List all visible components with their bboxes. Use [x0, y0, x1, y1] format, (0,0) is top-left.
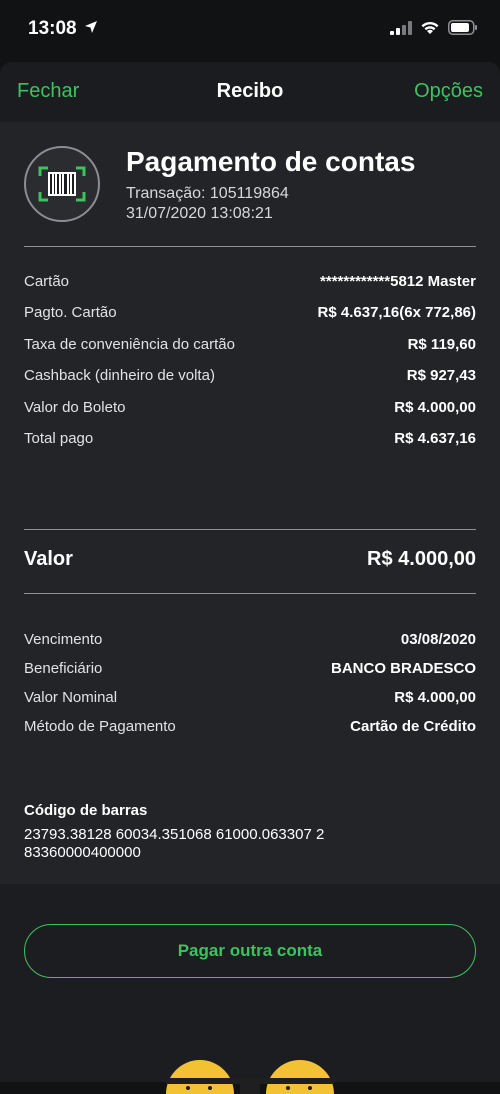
detail-label: Total pago [24, 429, 94, 447]
barcode-title: Código de barras [24, 802, 148, 819]
detail-label: Valor Nominal [24, 688, 118, 706]
signal-icon [390, 20, 412, 35]
detail-row-payment-method: Método de Pagamento Cartão de Crédito [24, 715, 476, 737]
valor-label: Valor [24, 547, 73, 570]
detail-value: R$ 4.000,00 [394, 398, 476, 416]
detail-row-beneficiary: Beneficiário BANCO BRADESCO [24, 657, 476, 679]
detail-value: R$ 4.637,16(6x 772,86) [317, 303, 476, 321]
status-bar: 13:08 [0, 0, 500, 62]
detail-label: Beneficiário [24, 659, 103, 677]
detail-row-card-payment: Pagto. Cartão R$ 4.637,16(6x 772,86) [24, 301, 476, 323]
detail-value: R$ 4.637,16 [394, 429, 476, 447]
detail-label: Valor do Boleto [24, 398, 126, 416]
actions-panel: Pagar outra conta [0, 884, 500, 1094]
detail-row-card: Cartão ************5812 Master [24, 270, 476, 292]
options-button[interactable]: Opções [414, 80, 483, 103]
detail-value: R$ 927,43 [406, 366, 476, 384]
detail-row-nominal-value: Valor Nominal R$ 4.000,00 [24, 686, 476, 708]
detail-label: Método de Pagamento [24, 717, 176, 735]
barcode-icon [24, 146, 100, 222]
battery-icon [448, 20, 477, 35]
status-time: 13:08 [28, 18, 77, 39]
receipt-title: Pagamento de contas [126, 146, 416, 177]
divider [24, 529, 476, 530]
pay-another-bill-button[interactable]: Pagar outra conta [24, 924, 476, 978]
navigation-bar: Fechar Recibo Opções [0, 62, 500, 122]
detail-label: Taxa de conveniência do cartão [24, 335, 235, 353]
detail-row-total: Total pago R$ 4.637,16 [24, 427, 476, 449]
transaction-id: Transação: 105119864 [126, 185, 289, 202]
detail-value: Cartão de Crédito [350, 717, 476, 735]
transaction-datetime: 31/07/2020 13:08:21 [126, 205, 273, 222]
wifi-icon [421, 21, 439, 34]
location-arrow-icon [84, 20, 98, 39]
detail-value: 03/08/2020 [400, 630, 476, 648]
mascot-illustration [166, 1060, 334, 1094]
detail-row-boleto-value: Valor do Boleto R$ 4.000,00 [24, 396, 476, 418]
barcode-line-1: 23793.38128 60034.351068 61000.063307 2 [24, 826, 325, 843]
detail-value: R$ 119,60 [407, 335, 476, 353]
valor-value: R$ 4.000,00 [367, 547, 476, 570]
detail-value: R$ 4.000,00 [394, 688, 476, 706]
divider [24, 593, 476, 594]
valor-row: Valor R$ 4.000,00 [24, 544, 476, 574]
detail-row-due-date: Vencimento 03/08/2020 [24, 628, 476, 650]
barcode-value: 23793.38128 60034.351068 61000.063307 2 … [24, 826, 444, 862]
detail-label: Pagto. Cartão [24, 303, 117, 321]
barcode-line-2: 83360000400000 [24, 844, 141, 861]
detail-row-fee: Taxa de conveniência do cartão R$ 119,60 [24, 333, 476, 355]
detail-row-cashback: Cashback (dinheiro de volta) R$ 927,43 [24, 364, 476, 386]
detail-label: Cashback (dinheiro de volta) [24, 366, 215, 384]
detail-value: ************5812 Master [320, 272, 476, 290]
detail-label: Vencimento [24, 630, 103, 648]
receipt-content: Pagamento de contas Transação: 105119864… [0, 122, 500, 1094]
status-icons [390, 20, 478, 35]
detail-value: BANCO BRADESCO [330, 659, 476, 677]
divider [24, 246, 476, 247]
detail-label: Cartão [24, 272, 70, 290]
